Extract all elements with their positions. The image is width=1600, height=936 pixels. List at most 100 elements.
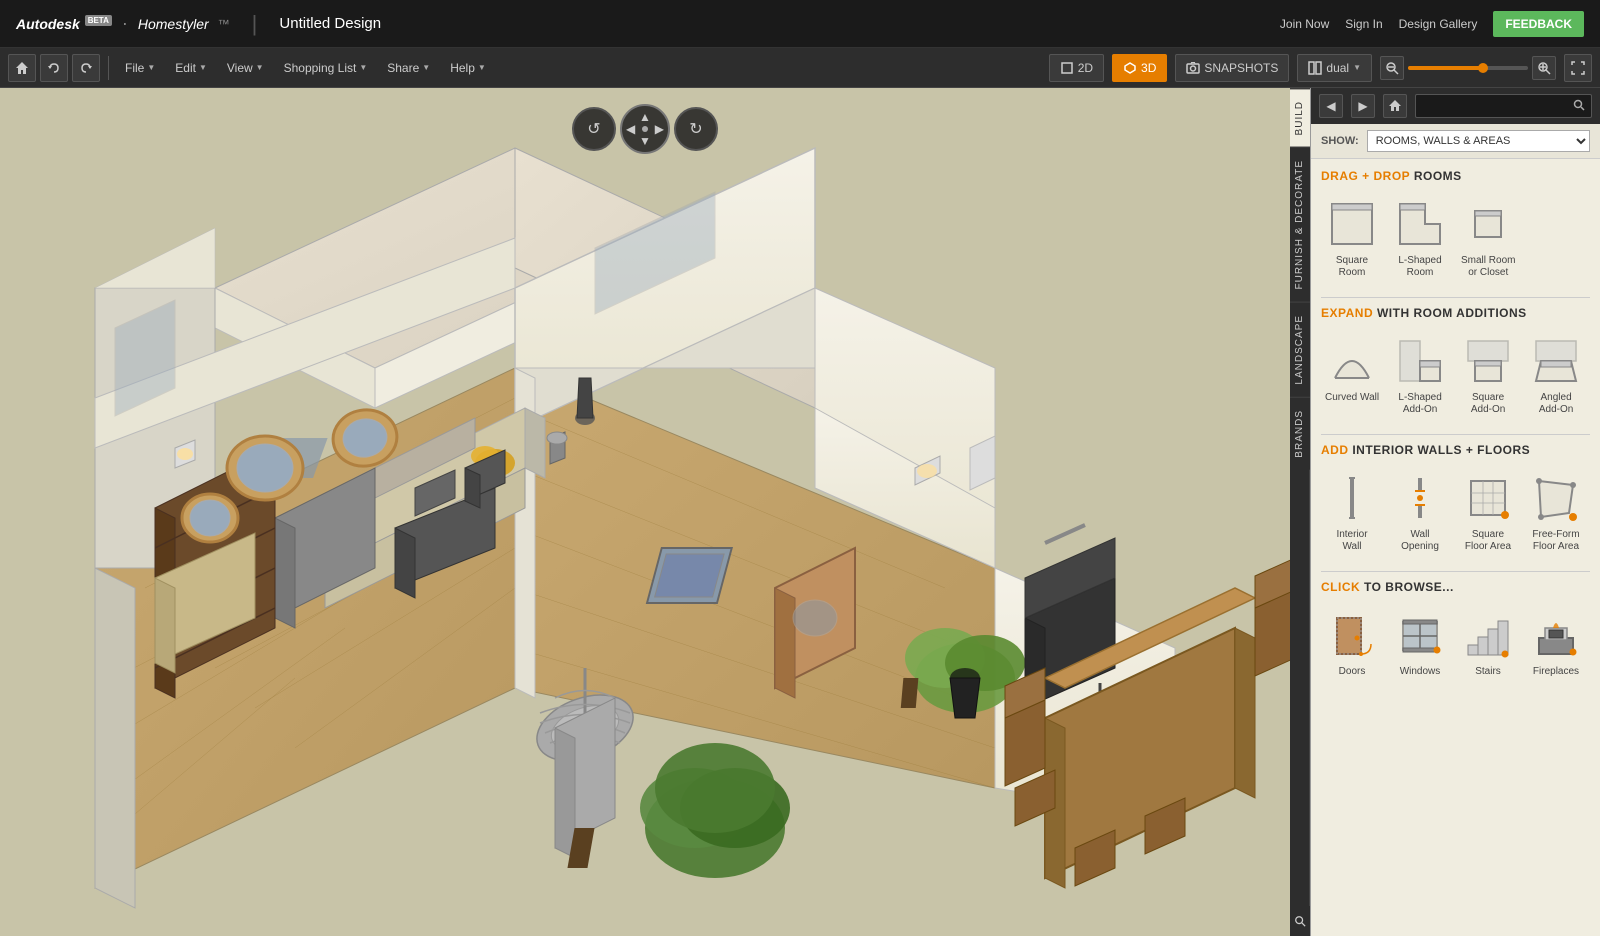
curved-wall-icon — [1325, 334, 1379, 388]
fullscreen-button[interactable] — [1564, 54, 1592, 82]
doors-label: Doors — [1339, 666, 1366, 678]
wall-opening-icon — [1393, 471, 1447, 525]
tab-landscape[interactable]: LANDSCAPE — [1290, 302, 1310, 397]
home-button[interactable] — [8, 54, 36, 82]
feedback-button[interactable]: FEEDBACK — [1493, 11, 1584, 37]
snapshots-button[interactable]: SNAPSHOTS — [1175, 54, 1289, 82]
pan-left-arrow[interactable]: ◀ — [626, 122, 635, 136]
square-room-icon — [1325, 197, 1379, 251]
undo-button[interactable] — [40, 54, 68, 82]
square-floor-icon — [1461, 471, 1515, 525]
panel-forward-button[interactable]: ▶ — [1351, 94, 1375, 118]
top-bar: Autodesk BETA · Homestyler ™ | Untitled … — [0, 0, 1600, 48]
view-controls: 2D 3D SNAPSHOTS dual▼ — [1049, 54, 1592, 82]
square-addon-icon — [1461, 334, 1515, 388]
pan-down-arrow[interactable]: ▼ — [639, 134, 651, 148]
2d-view-button[interactable]: 2D — [1049, 54, 1104, 82]
interior-wall-label: InteriorWall — [1336, 529, 1367, 553]
divider-2 — [1321, 434, 1590, 435]
floorplan-wrapper — [0, 88, 1290, 936]
curved-wall-item[interactable]: Curved Wall — [1321, 330, 1383, 420]
rotate-right-button[interactable]: ↻ — [674, 107, 718, 151]
show-label: SHOW: — [1321, 135, 1359, 147]
square-floor-item[interactable]: SquareFloor Area — [1457, 467, 1519, 557]
panel-search-area[interactable] — [1415, 94, 1592, 118]
l-shaped-room-item[interactable]: L-ShapedRoom — [1389, 193, 1451, 283]
panel-back-button[interactable]: ◀ — [1319, 94, 1343, 118]
stairs-item[interactable]: Stairs — [1457, 604, 1519, 682]
drag-drop-rooms-title: DRAG + DROP ROOMS — [1321, 169, 1590, 183]
square-addon-item[interactable]: SquareAdd-On — [1457, 330, 1519, 420]
browse-grid: Doors — [1321, 604, 1590, 682]
zoom-in-button[interactable] — [1532, 56, 1556, 80]
square-addon-label: SquareAdd-On — [1471, 392, 1505, 416]
beta-badge: BETA — [85, 15, 112, 26]
interior-walls-title: ADD INTERIOR WALLS + FLOORS — [1321, 443, 1590, 457]
free-form-floor-item[interactable]: Free-FormFloor Area — [1525, 467, 1587, 557]
square-room-item[interactable]: SquareRoom — [1321, 193, 1383, 283]
interior-wall-item[interactable]: InteriorWall — [1321, 467, 1383, 557]
share-menu[interactable]: Share▼ — [379, 54, 438, 82]
wall-opening-item[interactable]: WallOpening — [1389, 467, 1451, 557]
show-select[interactable]: ROOMS, WALLS & AREAS ALL FLOORS ONLY — [1367, 130, 1590, 152]
rooms-grid: SquareRoom L-ShapedRoom — [1321, 193, 1590, 283]
l-shaped-room-icon — [1393, 197, 1447, 251]
rotate-left-button[interactable]: ↺ — [572, 107, 616, 151]
title-separator: | — [252, 11, 258, 37]
show-row: SHOW: ROOMS, WALLS & AREAS ALL FLOORS ON… — [1311, 124, 1600, 159]
nav-center-dot — [642, 126, 648, 132]
design-gallery-link[interactable]: Design Gallery — [1399, 17, 1478, 31]
free-form-floor-label: Free-FormFloor Area — [1532, 529, 1579, 553]
dual-view-button[interactable]: dual▼ — [1297, 54, 1372, 82]
redo-button[interactable] — [72, 54, 100, 82]
pan-up-arrow[interactable]: ▲ — [639, 110, 651, 124]
zoom-out-button[interactable] — [1380, 56, 1404, 80]
square-room-label: SquareRoom — [1336, 255, 1368, 279]
panel-home-button[interactable] — [1383, 94, 1407, 118]
room-additions-normal: WITH ROOM ADDITIONS — [1377, 306, 1527, 320]
3d-viewport[interactable]: ↺ ▲ ▼ ◀ ▶ ↻ — [0, 88, 1290, 936]
fireplaces-icon — [1529, 608, 1583, 662]
view-menu[interactable]: View▼ — [219, 54, 272, 82]
zoom-slider[interactable] — [1408, 66, 1528, 70]
interior-walls-normal: INTERIOR WALLS + FLOORS — [1352, 443, 1530, 457]
click-accent: CLICK — [1321, 580, 1360, 594]
angled-addon-item[interactable]: AngledAdd-On — [1525, 330, 1587, 420]
file-menu[interactable]: File▼ — [117, 54, 163, 82]
doors-icon — [1325, 608, 1379, 662]
help-menu[interactable]: Help▼ — [442, 54, 494, 82]
panel-search-icon[interactable] — [1573, 99, 1585, 114]
browse-normal: TO BROWSE... — [1364, 580, 1454, 594]
small-room-item[interactable]: Small Roomor Closet — [1457, 193, 1519, 283]
navigation-controls: ↺ ▲ ▼ ◀ ▶ ↻ — [572, 104, 718, 154]
walls-floors-grid: InteriorWall — [1321, 467, 1590, 557]
curved-wall-label: Curved Wall — [1325, 392, 1379, 404]
shopping-list-menu[interactable]: Shopping List▼ — [276, 54, 376, 82]
small-room-icon — [1461, 197, 1515, 251]
drag-drop-accent: DRAG + DROP — [1321, 169, 1410, 183]
doors-item[interactable]: Doors — [1321, 604, 1383, 682]
interior-wall-icon — [1325, 471, 1379, 525]
pan-right-arrow[interactable]: ▶ — [655, 122, 664, 136]
divider-1 — [1321, 297, 1590, 298]
panel-header: ◀ ▶ — [1311, 88, 1600, 124]
right-panel: ◀ ▶ SHOW: ROOMS, WALLS & AREAS ALL — [1310, 88, 1600, 936]
join-now-link[interactable]: Join Now — [1280, 17, 1329, 31]
sign-in-link[interactable]: Sign In — [1345, 17, 1382, 31]
tab-brands[interactable]: BRANDS — [1290, 397, 1310, 470]
tab-build[interactable]: BUILD — [1290, 88, 1310, 147]
l-shaped-addon-icon — [1393, 334, 1447, 388]
tab-furnish-decorate[interactable]: FURNISH & DECORATE — [1290, 147, 1310, 302]
3d-view-button[interactable]: 3D — [1112, 54, 1167, 82]
windows-label: Windows — [1400, 666, 1441, 678]
angled-addon-label: AngledAdd-On — [1539, 392, 1573, 416]
windows-item[interactable]: Windows — [1389, 604, 1451, 682]
stairs-label: Stairs — [1475, 666, 1501, 678]
edit-menu[interactable]: Edit▼ — [167, 54, 215, 82]
stairs-icon — [1461, 608, 1515, 662]
l-shaped-addon-item[interactable]: L-ShapedAdd-On — [1389, 330, 1451, 420]
panel-search-input[interactable] — [1422, 100, 1573, 112]
panel-search-tab[interactable] — [1290, 906, 1310, 936]
fireplaces-item[interactable]: Fireplaces — [1525, 604, 1587, 682]
pan-control[interactable]: ▲ ▼ ◀ ▶ — [620, 104, 670, 154]
